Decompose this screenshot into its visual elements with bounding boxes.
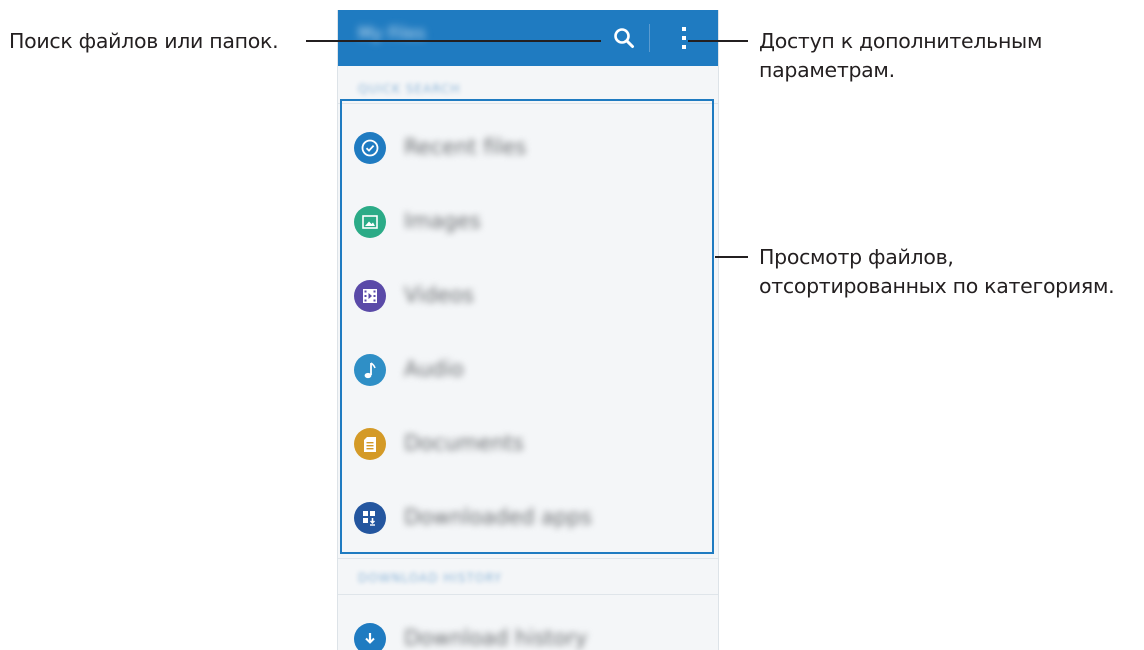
annotation-categories: Просмотр файлов, отсортированных по кате… (759, 245, 1115, 298)
annotation-search: Поиск файлов или папок. (9, 29, 279, 53)
appbar-divider (649, 24, 650, 52)
more-options-callout-line (688, 40, 748, 42)
section-download-history: DOWNLOAD HISTORY (358, 571, 503, 585)
history-label: Download history (404, 626, 588, 650)
section-divider (338, 594, 718, 595)
annotation-more-options: Доступ к дополнительным параметрам. (759, 29, 1043, 82)
more-vertical-icon[interactable] (666, 10, 702, 66)
categories-callout-line (715, 256, 748, 258)
section-divider (338, 558, 718, 559)
categories-highlight-frame (340, 99, 714, 554)
app-bar: My Files (338, 10, 718, 66)
section-quick-search: QUICK SEARCH (358, 82, 461, 96)
history-download-history[interactable]: Download history (338, 602, 718, 650)
search-callout-line (306, 40, 601, 42)
search-icon[interactable] (604, 10, 644, 66)
